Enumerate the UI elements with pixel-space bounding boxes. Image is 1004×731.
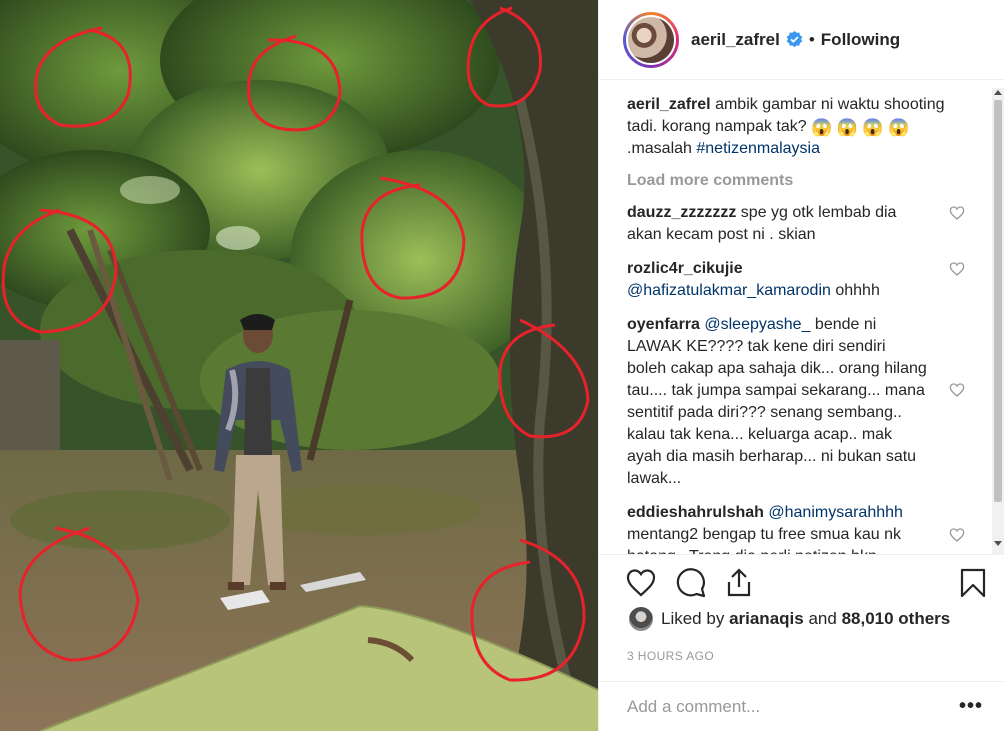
comment-username[interactable]: rozlic4r_cikujie bbox=[627, 260, 743, 277]
add-comment-bar: ••• bbox=[599, 681, 1004, 731]
comment-like-heart-icon[interactable] bbox=[949, 205, 965, 221]
liker-avatar[interactable] bbox=[629, 607, 653, 631]
post-header: aeril_zafrel • Following bbox=[599, 0, 1004, 80]
comment-item: eddieshahrulshah @hanimysarahhhh mentang… bbox=[627, 502, 967, 554]
more-options-button[interactable]: ••• bbox=[959, 695, 983, 718]
comment-username[interactable]: oyenfarra bbox=[627, 316, 700, 333]
scream-emoji-icon: 😱 bbox=[811, 118, 833, 137]
comment-username[interactable]: eddieshahrulshah bbox=[627, 504, 764, 521]
avatar[interactable] bbox=[623, 11, 679, 68]
likes-others-link[interactable]: 88,010 others bbox=[842, 609, 951, 629]
comment-icon[interactable] bbox=[675, 567, 707, 599]
comments-scrollbar[interactable] bbox=[992, 88, 1004, 554]
comment-mention[interactable]: @hanimysarahhhh bbox=[768, 504, 903, 521]
comments-list[interactable]: aeril_zafrel ambik gambar ni waktu shoot… bbox=[599, 94, 991, 554]
post-photo bbox=[0, 0, 598, 731]
add-comment-input[interactable] bbox=[627, 694, 947, 720]
comment-item: rozlic4r_cikujie @hafizatulakmar_kamarod… bbox=[627, 258, 967, 302]
scream-emoji-icon: 😱 bbox=[862, 118, 884, 137]
comment-mention[interactable]: @sleepyashe_ bbox=[704, 316, 810, 333]
comment-text: bende ni LAWAK KE???? tak kene diri send… bbox=[627, 316, 927, 487]
header-separator: • bbox=[808, 29, 815, 49]
scroll-down-arrow-icon[interactable] bbox=[994, 541, 1002, 546]
caption-text-2: .masalah bbox=[627, 140, 692, 157]
comment-like-heart-icon[interactable] bbox=[949, 261, 965, 277]
comment-item: oyenfarra @sleepyashe_ bende ni LAWAK KE… bbox=[627, 314, 967, 490]
comment-like-heart-icon[interactable] bbox=[949, 382, 965, 398]
post-actions-bar bbox=[599, 554, 1004, 614]
liker-username[interactable]: arianaqis bbox=[729, 609, 804, 629]
post-photo-drawing bbox=[0, 0, 598, 731]
avatar-inner bbox=[626, 14, 676, 65]
scream-emoji-icon: 😱 bbox=[888, 118, 910, 137]
scroll-up-arrow-icon[interactable] bbox=[994, 90, 1002, 95]
scrollbar-thumb[interactable] bbox=[994, 100, 1002, 502]
caption-hashtag[interactable]: #netizenmalaysia bbox=[696, 140, 820, 157]
comment-item: dauzz_zzzzzzz spe yg otk lembab dia akan… bbox=[627, 202, 967, 246]
verified-badge-icon bbox=[786, 31, 803, 48]
post-side-panel: aeril_zafrel • Following aeril_zafrel am… bbox=[598, 0, 1004, 731]
comment-text: mentang2 bengap tu free smua kau nk hata… bbox=[627, 526, 901, 554]
bookmark-icon[interactable] bbox=[957, 567, 989, 599]
comment-mention[interactable]: @hafizatulakmar_kamarodin bbox=[627, 282, 831, 299]
scream-emoji-icon: 😱 bbox=[836, 118, 858, 137]
heart-icon[interactable] bbox=[625, 567, 657, 599]
following-button[interactable]: Following bbox=[821, 30, 900, 50]
share-icon[interactable] bbox=[723, 567, 755, 599]
likes-summary: Liked by arianaqis and 88,010 others bbox=[629, 607, 950, 631]
load-more-comments-button[interactable]: Load more comments bbox=[627, 172, 967, 190]
header-username[interactable]: aeril_zafrel bbox=[691, 30, 780, 50]
post-caption: aeril_zafrel ambik gambar ni waktu shoot… bbox=[627, 94, 967, 160]
comment-username[interactable]: dauzz_zzzzzzz bbox=[627, 204, 736, 221]
avatar-image bbox=[628, 16, 674, 63]
post-timestamp[interactable]: 3 HOURS AGO bbox=[627, 649, 714, 663]
likes-prefix: Liked by bbox=[661, 609, 725, 628]
caption-username[interactable]: aeril_zafrel bbox=[627, 96, 711, 113]
comment-like-heart-icon[interactable] bbox=[949, 527, 965, 543]
likes-middle: and bbox=[808, 609, 837, 628]
comment-text: ohhhh bbox=[835, 282, 880, 299]
